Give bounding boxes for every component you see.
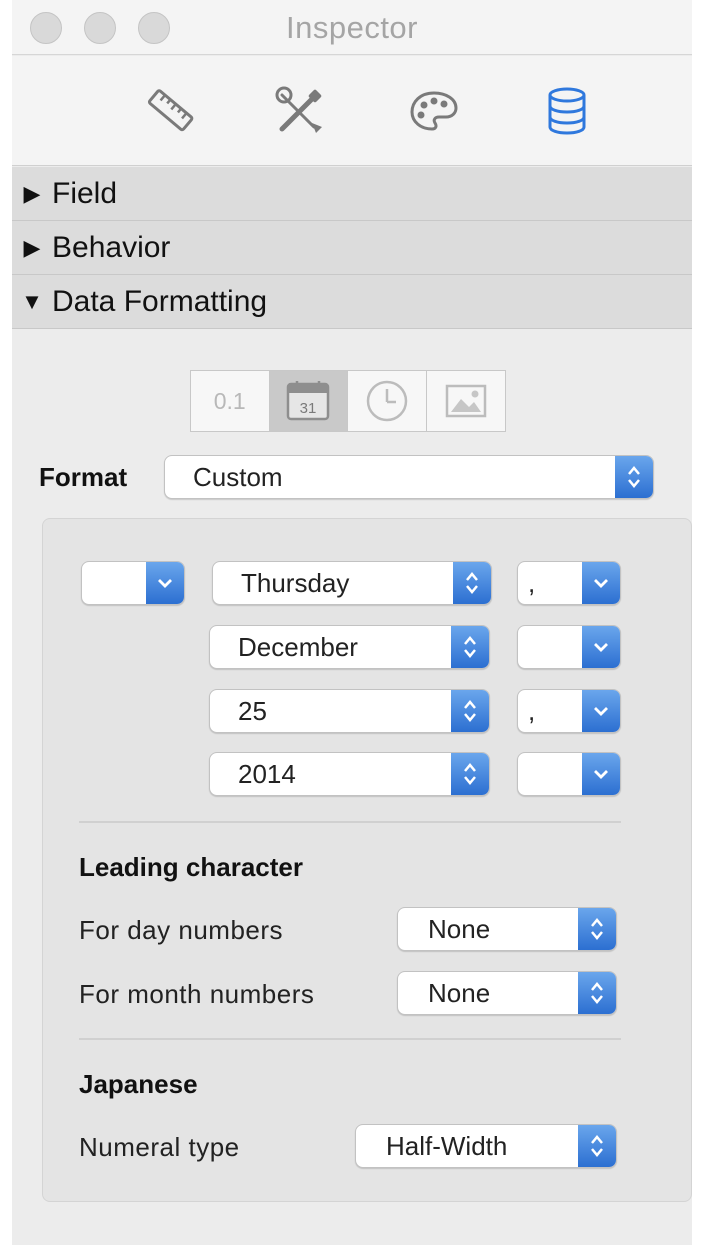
inspector-toolbar	[12, 56, 692, 166]
separator-combobox-4[interactable]	[517, 752, 621, 796]
day-popup[interactable]: 25	[209, 689, 490, 733]
divider	[79, 821, 621, 823]
chevron-down-icon	[582, 753, 620, 795]
disclosure-triangle-icon: ▶	[23, 180, 41, 206]
window-edge	[692, 0, 712, 1245]
day-numbers-label: For day numbers	[79, 915, 284, 945]
separator-combobox-3[interactable]: ,	[517, 689, 621, 733]
month-numbers-popup[interactable]: None	[397, 971, 617, 1015]
database-icon[interactable]	[537, 81, 597, 141]
section-behavior[interactable]: ▶ Behavior	[12, 221, 692, 275]
day-value: 25	[238, 696, 267, 726]
chevron-down-icon	[582, 626, 620, 668]
divider	[79, 1038, 621, 1040]
up-down-arrows-icon	[615, 456, 653, 498]
separator-value: ,	[528, 568, 536, 598]
section-label: Field	[52, 176, 118, 210]
section-label: Behavior	[52, 230, 171, 264]
separator-value	[518, 753, 528, 795]
section-label: Data Formatting	[52, 284, 268, 318]
chevron-down-icon	[582, 690, 620, 732]
chevron-down-icon	[582, 562, 620, 604]
separator-combobox-2[interactable]	[517, 625, 621, 669]
up-down-arrows-icon	[578, 908, 616, 950]
up-down-arrows-icon	[451, 626, 489, 668]
disclosure-triangle-icon: ▶	[23, 234, 41, 260]
separator-combobox-1[interactable]: ,	[517, 561, 621, 605]
numeral-type-label: Numeral type	[79, 1132, 240, 1162]
month-numbers-value: None	[428, 978, 491, 1008]
segment-date[interactable]: 31	[269, 371, 348, 431]
up-down-arrows-icon	[578, 1125, 616, 1167]
numeral-type-value: Half-Width	[386, 1131, 508, 1161]
numeral-type-popup[interactable]: Half-Width	[355, 1124, 617, 1168]
format-value: Custom	[193, 462, 283, 492]
year-popup[interactable]: 2014	[209, 752, 490, 796]
up-down-arrows-icon	[451, 753, 489, 795]
segment-number[interactable]: 0.1	[191, 371, 270, 431]
japanese-heading: Japanese	[79, 1069, 198, 1099]
ruler-icon[interactable]	[140, 81, 200, 141]
number-icon: 0.1	[213, 387, 246, 414]
chevron-down-icon	[146, 562, 184, 604]
separator-value: ,	[528, 696, 536, 726]
segment-image[interactable]	[427, 371, 506, 431]
up-down-arrows-icon	[578, 972, 616, 1014]
date-prefix-value	[82, 562, 108, 604]
up-down-arrows-icon	[453, 562, 491, 604]
palette-icon[interactable]	[404, 81, 464, 141]
image-icon	[445, 384, 486, 418]
section-field[interactable]: ▶ Field	[12, 167, 692, 221]
clock-icon	[366, 380, 407, 422]
custom-date-format-panel: Thursday , December 25 , 2014 Leading ch…	[42, 518, 692, 1202]
leading-character-heading: Leading character	[79, 852, 303, 882]
tools-icon[interactable]	[270, 81, 330, 141]
month-value: December	[238, 632, 358, 662]
section-data-formatting[interactable]: ▼ Data Formatting	[12, 275, 692, 329]
svg-text:31: 31	[300, 400, 317, 417]
window-title: Inspector	[285, 10, 418, 45]
weekday-popup[interactable]: Thursday	[212, 561, 492, 605]
day-numbers-popup[interactable]: None	[397, 907, 617, 951]
month-numbers-label: For month numbers	[79, 979, 315, 1009]
calendar-icon: 31	[287, 381, 330, 421]
year-value: 2014	[238, 759, 296, 789]
title-bar: Inspector	[12, 0, 692, 55]
format-label: Format	[39, 462, 128, 492]
segment-time[interactable]	[348, 371, 427, 431]
date-prefix-combobox[interactable]	[81, 561, 185, 605]
weekday-value: Thursday	[241, 568, 350, 598]
format-type-segmented-control: 0.1 31	[190, 370, 506, 432]
inspector-window: Inspector ▶ Field ▶ Behavior ▼ Data Form…	[12, 0, 692, 1245]
format-popup[interactable]: Custom	[164, 455, 654, 499]
up-down-arrows-icon	[451, 690, 489, 732]
day-numbers-value: None	[428, 914, 491, 944]
month-popup[interactable]: December	[209, 625, 490, 669]
separator-value	[518, 626, 528, 668]
disclosure-triangle-expanded-icon: ▼	[21, 288, 43, 314]
